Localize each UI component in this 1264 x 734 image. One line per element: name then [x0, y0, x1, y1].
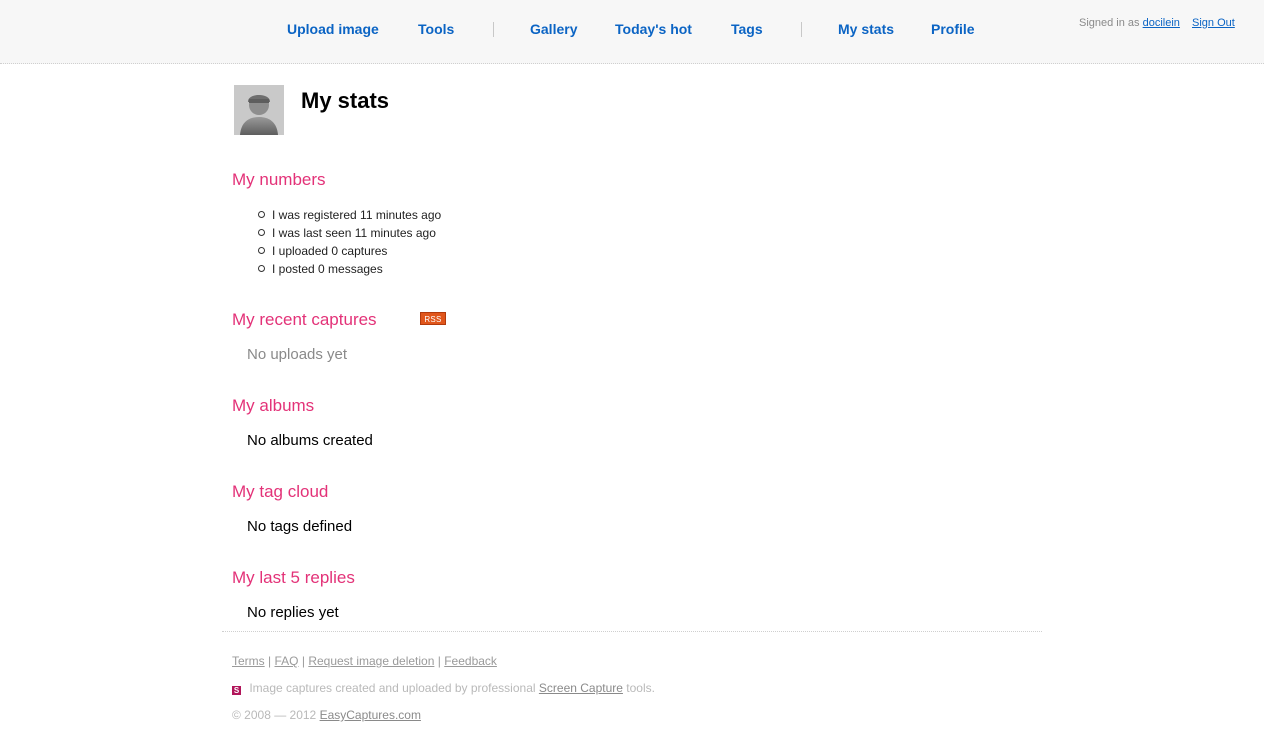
footer-separator: |	[437, 654, 441, 668]
tagline-text: Image captures created and uploaded by p…	[249, 681, 536, 695]
empty-uploads-message: No uploads yet	[247, 346, 348, 363]
empty-tags-message: No tags defined	[247, 518, 353, 535]
nav-upload-image[interactable]: Upload image	[287, 21, 379, 37]
footer-faq-link[interactable]: FAQ	[274, 654, 298, 668]
screen-capture-link[interactable]: Screen Capture	[539, 681, 623, 695]
nav-my-stats[interactable]: My stats	[838, 21, 894, 37]
footer-divider	[222, 631, 1042, 632]
footer-separator: |	[301, 654, 305, 668]
nav-separator	[801, 22, 802, 37]
footer-feedback-link[interactable]: Feedback	[444, 654, 497, 668]
username-link[interactable]: docilein	[1143, 17, 1180, 29]
nav-gallery[interactable]: Gallery	[530, 21, 577, 37]
list-item: I posted 0 messages	[258, 260, 441, 278]
avatar	[234, 85, 284, 135]
list-item: I uploaded 0 captures	[258, 242, 441, 260]
tagline-suffix: tools.	[626, 681, 655, 695]
footer-tagline: S Image captures created and uploaded by…	[232, 681, 655, 695]
signed-in-label: Signed in as	[1079, 17, 1140, 29]
footer-request-deletion-link[interactable]: Request image deletion	[308, 654, 434, 668]
footer-terms-link[interactable]: Terms	[232, 654, 265, 668]
rss-feed-icon[interactable]: RSS	[420, 312, 446, 325]
section-title-albums: My albums	[232, 396, 315, 415]
copyright-text: © 2008 — 2012	[232, 708, 317, 722]
list-item: I was registered 11 minutes ago	[258, 206, 441, 224]
numbers-list: I was registered 11 minutes ago I was la…	[258, 206, 441, 278]
footer-copyright: © 2008 — 2012 EasyCaptures.com	[232, 708, 421, 722]
site-link[interactable]: EasyCaptures.com	[320, 708, 421, 722]
empty-albums-message: No albums created	[247, 432, 373, 449]
page-title: My stats	[301, 88, 390, 113]
nav-todays-hot[interactable]: Today's hot	[615, 21, 692, 37]
empty-replies-message: No replies yet	[247, 604, 339, 621]
screen-capture-logo-icon: S	[232, 686, 241, 695]
nav-separator	[493, 22, 494, 37]
section-title-my-numbers: My numbers	[232, 170, 326, 189]
list-item: I was last seen 11 minutes ago	[258, 224, 441, 242]
nav-profile[interactable]: Profile	[931, 21, 975, 37]
signed-in-status: Signed in as docilein	[1079, 17, 1180, 29]
footer-links: Terms | FAQ | Request image deletion | F…	[232, 654, 497, 668]
section-title-tag-cloud: My tag cloud	[232, 482, 329, 501]
sign-out-link[interactable]: Sign Out	[1192, 17, 1235, 29]
section-title-recent-captures: My recent captures	[232, 310, 377, 329]
user-silhouette-icon	[234, 85, 284, 135]
nav-tags[interactable]: Tags	[731, 21, 763, 37]
nav-tools[interactable]: Tools	[418, 21, 454, 37]
footer-separator: |	[268, 654, 272, 668]
top-navigation-bar: Upload image Tools Gallery Today's hot T…	[0, 0, 1264, 64]
section-title-last-replies: My last 5 replies	[232, 568, 355, 587]
